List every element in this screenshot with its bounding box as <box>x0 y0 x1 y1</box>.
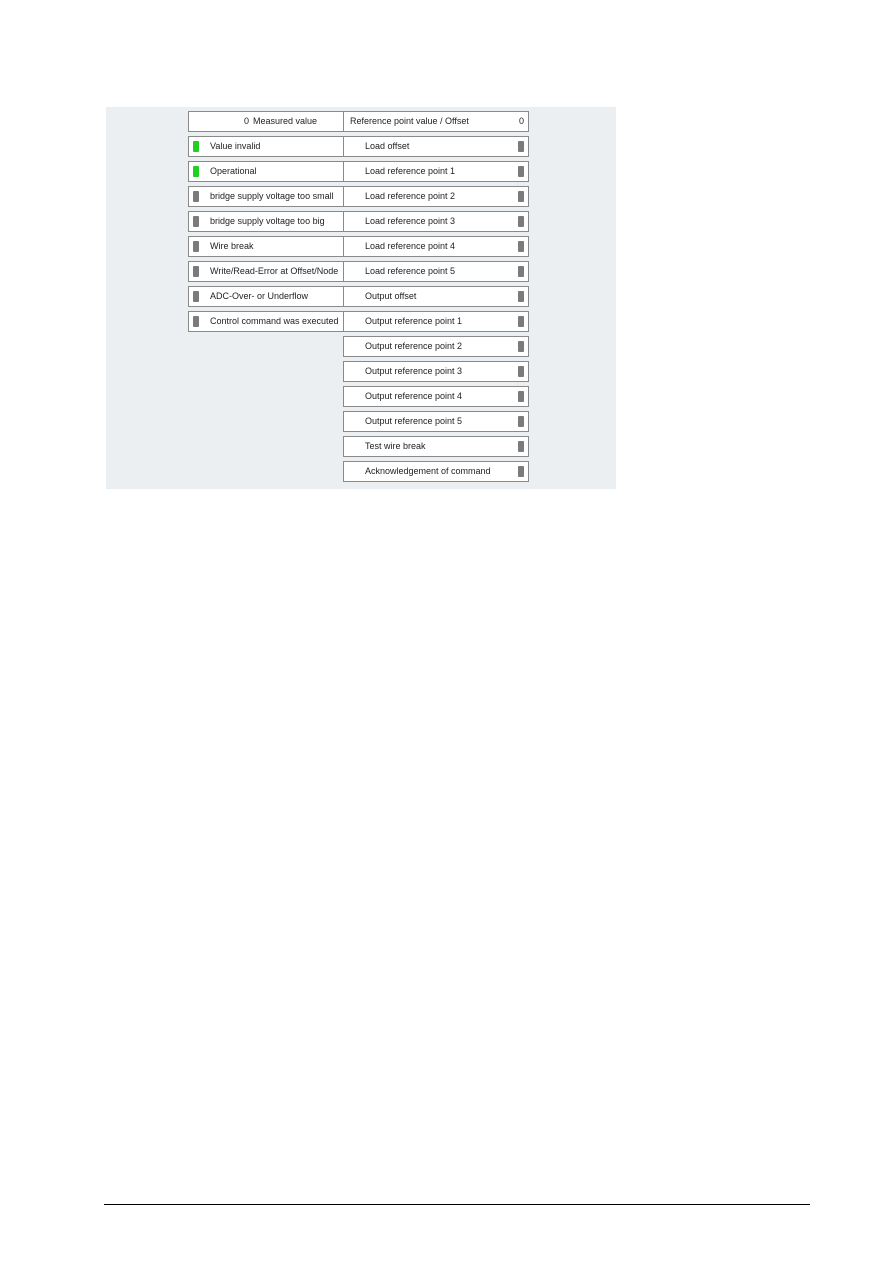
status-label: Control command was executed <box>210 316 339 326</box>
command-label: Load reference point 5 <box>365 266 456 276</box>
command-led-icon <box>518 241 524 252</box>
command-led-icon <box>518 466 524 477</box>
status-led-icon <box>193 191 199 202</box>
command-led-icon <box>518 191 524 202</box>
command-led-icon <box>518 166 524 177</box>
command-label: Test wire break <box>365 441 426 451</box>
command-button[interactable]: Load reference point 1 <box>343 161 529 182</box>
command-button[interactable]: Load reference point 4 <box>343 236 529 257</box>
command-label: Load reference point 3 <box>365 216 456 226</box>
command-led-icon <box>518 391 524 402</box>
reference-value-field: Reference point value / Offset 0 <box>343 111 529 132</box>
command-button[interactable]: Output reference point 4 <box>343 386 529 407</box>
command-button[interactable]: Output offset <box>343 286 529 307</box>
command-led-icon <box>518 341 524 352</box>
command-led-icon <box>518 291 524 302</box>
command-label: Load offset <box>365 141 410 151</box>
status-row: Control command was executed <box>188 311 344 332</box>
measured-value: 0 <box>244 116 250 126</box>
command-label: Output reference point 1 <box>365 316 463 326</box>
command-button[interactable]: Output reference point 5 <box>343 411 529 432</box>
status-row: bridge supply voltage too big <box>188 211 344 232</box>
command-label: Acknowledgement of command <box>365 466 491 476</box>
command-led-icon <box>518 416 524 427</box>
status-label: Operational <box>210 166 257 176</box>
footer-divider <box>104 1204 810 1205</box>
command-button[interactable]: Acknowledgement of command <box>343 461 529 482</box>
command-button[interactable]: Load offset <box>343 136 529 157</box>
status-label: Wire break <box>210 241 254 251</box>
status-led-icon <box>193 266 199 277</box>
status-row: Write/Read-Error at Offset/Node <box>188 261 344 282</box>
command-label: Output offset <box>365 291 417 301</box>
reference-value-label: Reference point value / Offset <box>350 116 469 126</box>
status-row: bridge supply voltage too small <box>188 186 344 207</box>
command-label: Load reference point 2 <box>365 191 456 201</box>
command-led-icon <box>518 141 524 152</box>
status-label: Value invalid <box>210 141 261 151</box>
reference-value: 0 <box>518 116 524 126</box>
status-led-icon <box>193 316 199 327</box>
command-led-icon <box>518 316 524 327</box>
command-button[interactable]: Output reference point 2 <box>343 336 529 357</box>
status-led-icon <box>193 166 199 177</box>
command-button[interactable]: Output reference point 3 <box>343 361 529 382</box>
status-led-icon <box>193 141 199 152</box>
status-row: Operational <box>188 161 344 182</box>
status-row: Value invalid <box>188 136 344 157</box>
status-led-icon <box>193 216 199 227</box>
command-led-icon <box>518 441 524 452</box>
command-button[interactable]: Load reference point 5 <box>343 261 529 282</box>
command-label: Output reference point 2 <box>365 341 463 351</box>
command-label: Output reference point 3 <box>365 366 463 376</box>
command-label: Load reference point 4 <box>365 241 456 251</box>
command-button[interactable]: Load reference point 3 <box>343 211 529 232</box>
command-led-icon <box>518 216 524 227</box>
command-button[interactable]: Test wire break <box>343 436 529 457</box>
status-label: bridge supply voltage too big <box>210 216 325 226</box>
command-label: Load reference point 1 <box>365 166 456 176</box>
measured-value-field: 0 Measured value <box>188 111 344 132</box>
status-label: bridge supply voltage too small <box>210 191 334 201</box>
status-label: ADC-Over- or Underflow <box>210 291 309 301</box>
status-row: Wire break <box>188 236 344 257</box>
command-label: Output reference point 4 <box>365 391 463 401</box>
status-row: ADC-Over- or Underflow <box>188 286 344 307</box>
command-led-icon <box>518 366 524 377</box>
command-button[interactable]: Output reference point 1 <box>343 311 529 332</box>
command-label: Output reference point 5 <box>365 416 463 426</box>
status-label: Write/Read-Error at Offset/Node <box>210 266 339 276</box>
status-led-icon <box>193 241 199 252</box>
command-button[interactable]: Load reference point 2 <box>343 186 529 207</box>
status-led-icon <box>193 291 199 302</box>
command-led-icon <box>518 266 524 277</box>
measured-value-label: Measured value <box>253 116 318 126</box>
